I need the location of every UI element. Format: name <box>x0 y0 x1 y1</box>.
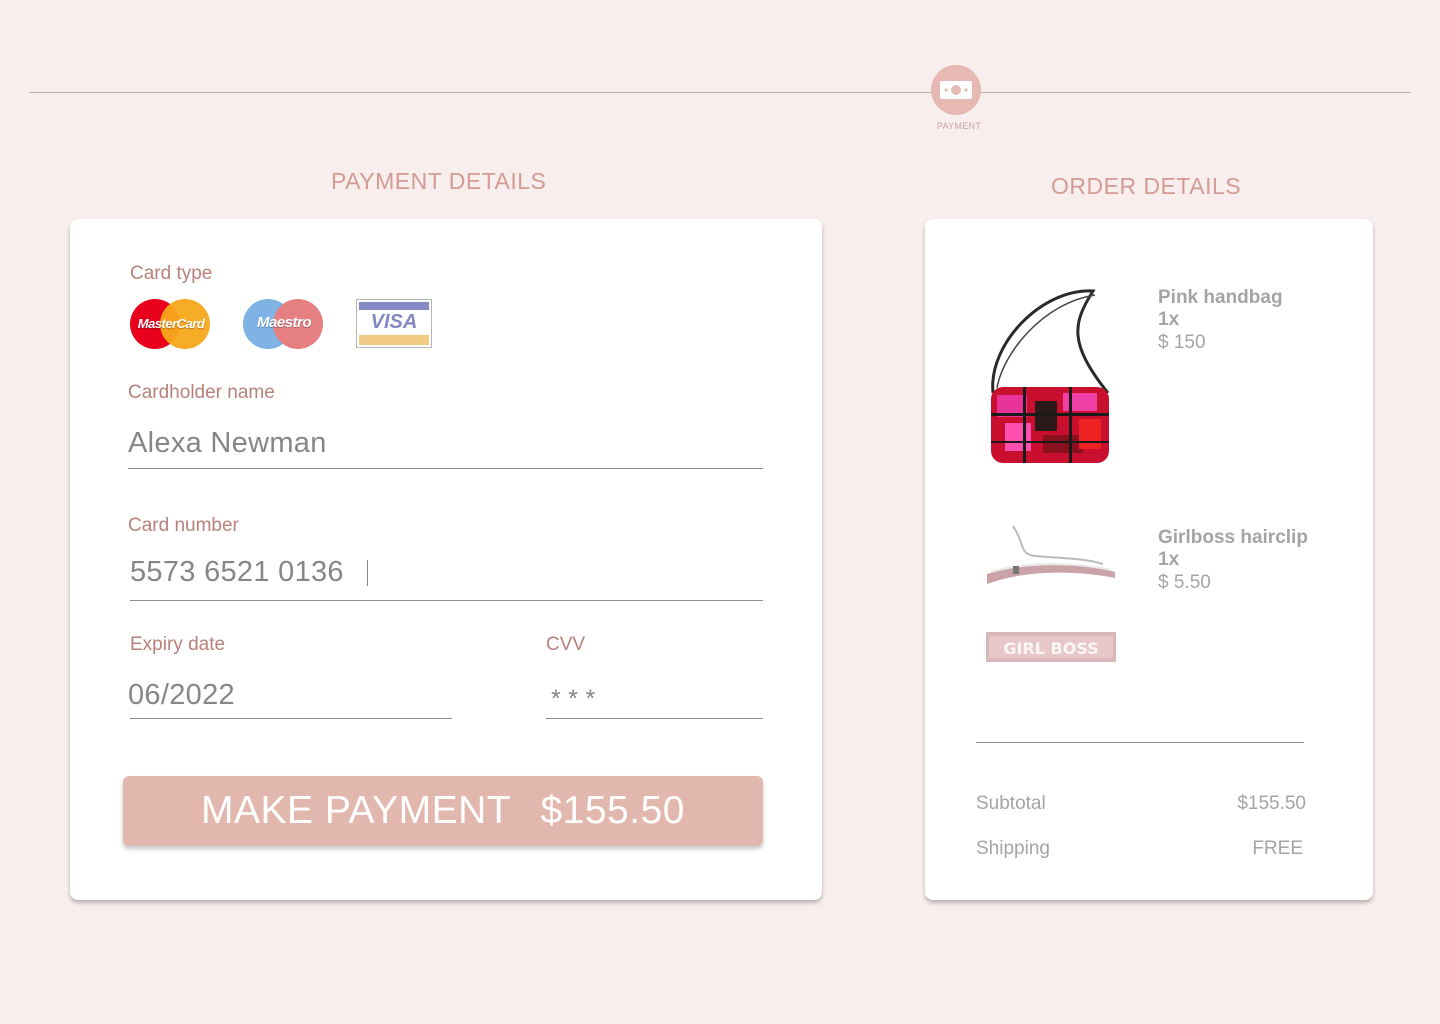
summary-divider <box>976 742 1304 743</box>
banknote-icon <box>940 81 972 99</box>
card-number-label: Card number <box>128 515 239 536</box>
card-number-value: 5573 6521 0136 <box>130 556 344 588</box>
order-details-card: Pink handbag 1x $ 150 GIRL BOSS Girlboss… <box>925 219 1373 900</box>
item-name: Girlboss hairclip <box>1158 527 1308 548</box>
cardholder-name-label: Cardholder name <box>128 382 275 403</box>
item-quantity: 1x <box>1158 309 1180 330</box>
subtotal-value: $155.50 <box>1237 793 1306 814</box>
svg-text:GIRL BOSS: GIRL BOSS <box>1003 639 1098 658</box>
shipping-label: Shipping <box>976 838 1050 859</box>
card-number-input[interactable]: 5573 6521 0136 <box>130 556 369 589</box>
maestro-option[interactable]: Maestro <box>243 299 325 349</box>
subtotal-label: Subtotal <box>976 793 1046 814</box>
payment-details-title: PAYMENT DETAILS <box>331 168 547 194</box>
hairclip-image: GIRL BOSS <box>986 525 1116 662</box>
expiry-date-input[interactable]: 06/2022 <box>128 679 235 712</box>
payment-step-indicator[interactable] <box>931 65 981 115</box>
payment-form-card: Card type MasterCard Maestro VISA Cardho… <box>70 219 822 900</box>
cardholder-name-input[interactable]: Alexa Newman <box>128 427 327 460</box>
visa-option[interactable]: VISA <box>356 299 432 348</box>
item-quantity: 1x <box>1158 549 1180 570</box>
text-cursor <box>367 560 369 587</box>
order-details-title: ORDER DETAILS <box>1051 173 1242 199</box>
cvv-input[interactable]: * * * <box>551 685 596 714</box>
shipping-value: FREE <box>1252 838 1303 859</box>
cvv-label: CVV <box>546 634 586 655</box>
item-price: $ 5.50 <box>1158 572 1211 593</box>
expiry-date-label: Expiry date <box>130 634 226 655</box>
card-number-underline <box>130 600 763 601</box>
card-type-label: Card type <box>130 263 213 284</box>
item-price: $ 150 <box>1158 332 1206 353</box>
make-payment-button[interactable]: MAKE PAYMENT $155.50 <box>123 776 763 846</box>
item-name: Pink handbag <box>1158 287 1283 308</box>
cvv-underline <box>546 718 763 719</box>
make-payment-label: MAKE PAYMENT <box>201 789 512 832</box>
mastercard-option[interactable]: MasterCard <box>130 299 212 349</box>
maestro-logo-text: Maestro <box>256 314 312 331</box>
step-label: PAYMENT <box>936 121 982 131</box>
expiry-date-underline <box>130 718 452 719</box>
cardholder-name-underline <box>128 468 763 469</box>
progress-line <box>29 92 1411 93</box>
handbag-image <box>991 289 1110 463</box>
mastercard-logo-text: MasterCard <box>137 316 205 331</box>
make-payment-amount: $155.50 <box>540 789 685 832</box>
visa-logo-text: VISA <box>370 311 418 333</box>
